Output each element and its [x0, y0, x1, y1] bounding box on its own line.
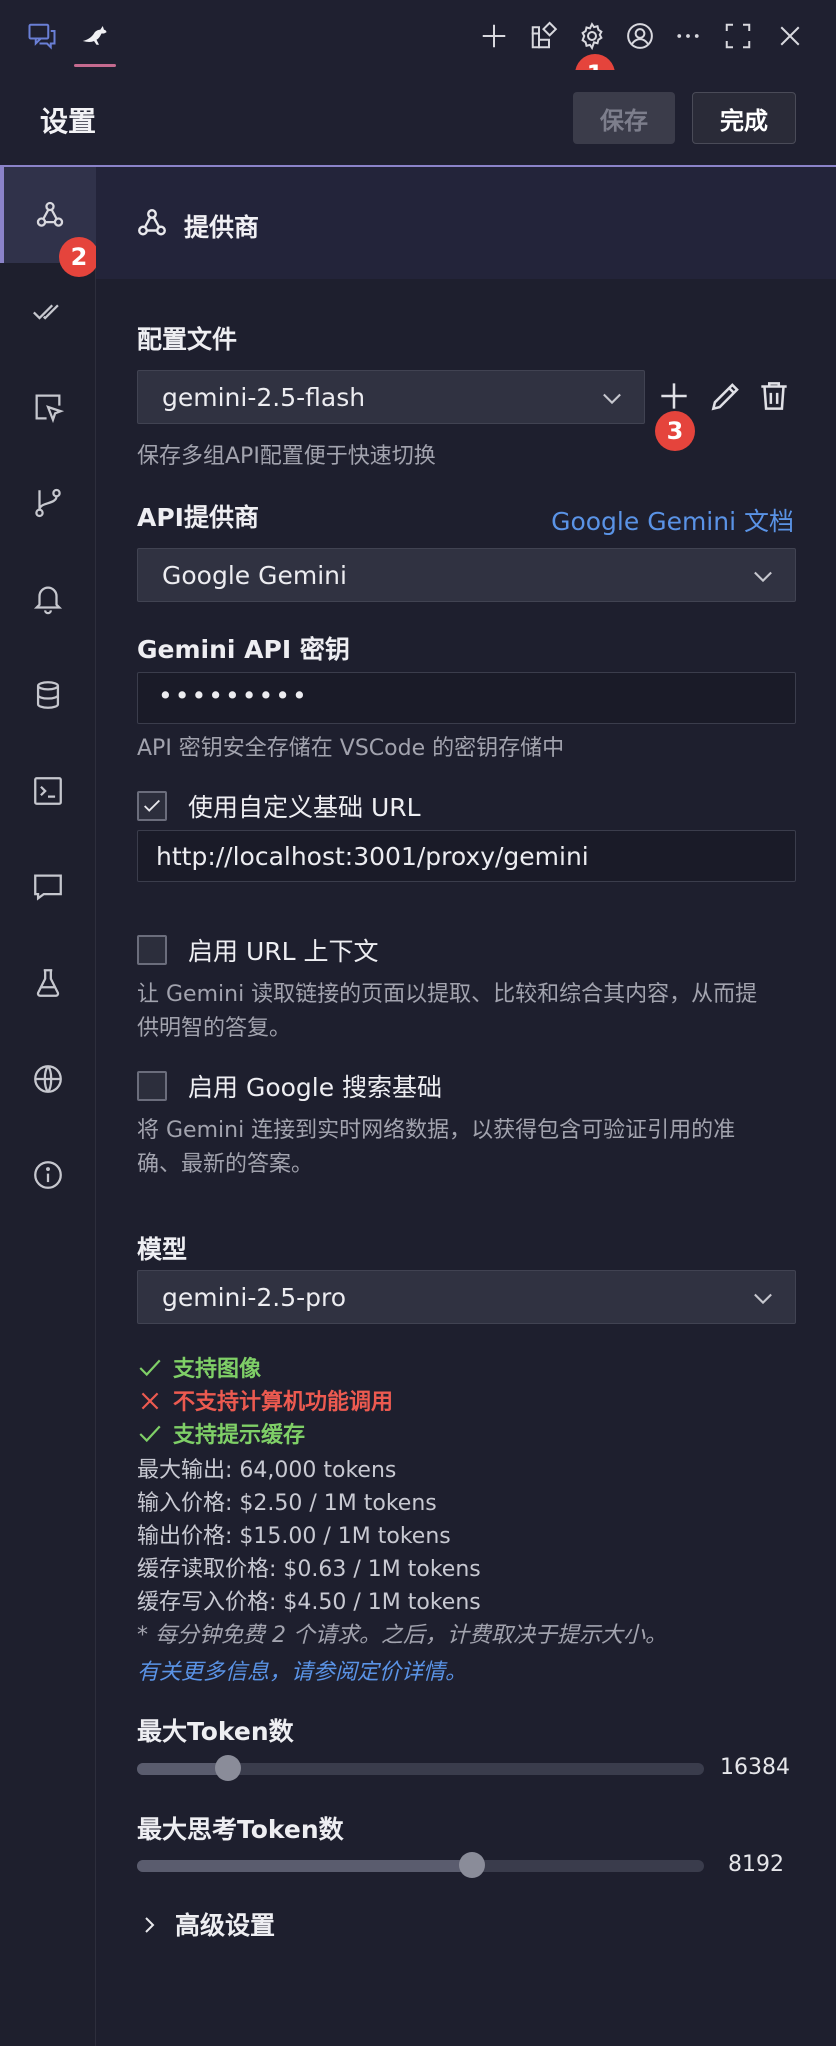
sidebar-item-browser[interactable] — [0, 359, 96, 455]
fullscreen-icon[interactable] — [716, 14, 760, 58]
annotation-badge-2: 2 — [59, 237, 99, 277]
git-branch-icon — [35, 488, 61, 518]
annotation-badge-3: 3 — [655, 411, 695, 451]
feature-image-support: 支持图像 — [137, 1351, 261, 1383]
plus-icon[interactable] — [472, 14, 516, 58]
custom-url-checkbox[interactable] — [137, 791, 167, 821]
close-icon[interactable] — [768, 14, 812, 58]
slider-thumb[interactable] — [459, 1852, 485, 1878]
settings-sidebar — [0, 167, 96, 2046]
feature-prompt-cache: 支持提示缓存 — [137, 1417, 305, 1449]
max-thinking-label: 最大思考Token数 — [137, 1815, 344, 1844]
sidebar-item-checkpoints[interactable] — [0, 455, 96, 551]
database-icon — [36, 681, 60, 709]
cross-icon — [141, 1392, 159, 1410]
apps-icon[interactable] — [522, 14, 566, 58]
slider-thumb[interactable] — [215, 1755, 241, 1781]
info-icon — [34, 1161, 62, 1189]
checkmark-icon — [144, 799, 160, 812]
google-search-checkbox[interactable] — [137, 1071, 167, 1101]
slider-fill — [137, 1860, 472, 1872]
api-key-value: ••••••••• — [158, 681, 309, 710]
url-context-hint-line2: 供明智的答复。 — [137, 1016, 292, 1041]
done-button[interactable]: 完成 — [692, 92, 796, 144]
model-label: 模型 — [137, 1235, 188, 1264]
chevron-down-icon — [754, 571, 772, 583]
more-icon[interactable] — [666, 14, 710, 58]
sidebar-item-prompts[interactable] — [0, 839, 96, 935]
google-search-hint-line1: 将 Gemini 连接到实时网络数据，以获得包含可验证引用的准 — [137, 1118, 736, 1143]
chevron-right-icon — [145, 1917, 155, 1933]
google-search-hint-line2: 确、最新的答案。 — [137, 1152, 314, 1177]
sidebar-item-context[interactable] — [0, 647, 96, 743]
chat-icon[interactable] — [20, 14, 64, 58]
model-select[interactable]: gemini-2.5-pro — [137, 1270, 796, 1324]
sidebar-item-about[interactable] — [0, 1127, 96, 1223]
advanced-settings-label: 高级设置 — [175, 1911, 276, 1940]
url-context-checkbox[interactable] — [137, 935, 167, 965]
gear-icon[interactable] — [570, 14, 614, 58]
spec-max-output: 最大输出: 64,000 tokens — [137, 1458, 397, 1483]
spec-cache-write-price: 缓存写入价格: $4.50 / 1M tokens — [137, 1590, 481, 1615]
url-context-label: 启用 URL 上下文 — [188, 937, 379, 966]
globe-icon — [34, 1065, 62, 1093]
chevron-down-icon — [603, 393, 621, 405]
api-provider-select[interactable]: Google Gemini — [137, 548, 796, 602]
model-value: gemini-2.5-pro — [162, 1283, 347, 1312]
feature-computer-use: 不支持计算机功能调用 — [137, 1384, 393, 1416]
config-profile-select[interactable]: gemini-2.5-flash — [137, 370, 645, 424]
section-title: 提供商 — [184, 213, 260, 242]
api-key-label: Gemini API 密钥 — [137, 635, 350, 664]
api-key-input[interactable]: ••••••••• — [137, 672, 796, 724]
custom-url-label: 使用自定义基础 URL — [188, 793, 421, 822]
config-profile-value: gemini-2.5-flash — [162, 383, 366, 412]
custom-url-value: http://localhost:3001/proxy/gemini — [156, 842, 589, 871]
advanced-settings-toggle[interactable]: 高级设置 — [137, 1906, 275, 1942]
custom-url-input[interactable]: http://localhost:3001/proxy/gemini — [137, 830, 796, 882]
cursor-icon — [35, 394, 65, 424]
beaker-icon — [36, 969, 60, 997]
check-icon — [139, 1359, 161, 1377]
provider-icon — [36, 201, 64, 227]
sidebar-item-experimental[interactable] — [0, 935, 96, 1031]
pricing-details-link[interactable]: 有关更多信息，请参阅定价详情。 — [137, 1654, 467, 1686]
title-bar — [0, 0, 836, 70]
config-profile-hint: 保存多组API配置便于快速切换 — [137, 444, 436, 469]
chevron-down-icon — [754, 1293, 772, 1305]
spec-output-price: 输出价格: $15.00 / 1M tokens — [137, 1524, 451, 1549]
bell-icon — [33, 586, 63, 615]
save-button[interactable]: 保存 — [573, 92, 675, 144]
sidebar-item-notifications[interactable] — [0, 551, 96, 647]
provider-docs-link[interactable]: Google Gemini 文档 — [551, 502, 794, 538]
api-provider-value: Google Gemini — [162, 561, 347, 590]
kangaroo-icon[interactable] — [72, 14, 116, 58]
max-thinking-slider[interactable] — [137, 1852, 704, 1878]
rate-limit-note: * 每分钟免费 2 个请求。之后，计费取决于提示大小。 — [137, 1623, 667, 1648]
google-search-label: 启用 Google 搜索基础 — [188, 1073, 443, 1102]
provider-icon — [138, 209, 166, 236]
max-tokens-slider[interactable] — [137, 1755, 704, 1781]
max-tokens-label: 最大Token数 — [137, 1717, 294, 1746]
url-context-hint-line1: 让 Gemini 读取链接的页面以提取、比较和综合其内容，从而提 — [137, 982, 758, 1007]
config-profile-label: 配置文件 — [137, 325, 238, 354]
tab-active-indicator — [74, 64, 116, 67]
max-tokens-value: 16384 — [720, 1755, 790, 1780]
trash-icon[interactable] — [755, 377, 793, 415]
spec-input-price: 输入价格: $2.50 / 1M tokens — [137, 1491, 437, 1516]
sidebar-item-terminal[interactable] — [0, 743, 96, 839]
terminal-icon — [34, 777, 62, 805]
page-title: 设置 — [40, 105, 97, 138]
check-all-icon — [33, 304, 59, 320]
sidebar-item-auto-approve[interactable] — [0, 263, 96, 359]
plus-icon[interactable] — [655, 377, 693, 415]
api-provider-label: API提供商 — [137, 503, 259, 532]
spec-cache-read-price: 缓存读取价格: $0.63 / 1M tokens — [137, 1557, 481, 1582]
comment-icon — [34, 874, 62, 901]
account-icon[interactable] — [618, 14, 662, 58]
sidebar-item-language[interactable] — [0, 1031, 96, 1127]
api-key-hint: API 密钥安全存储在 VSCode 的密钥存储中 — [137, 736, 565, 761]
check-icon — [139, 1425, 161, 1443]
max-thinking-value: 8192 — [728, 1852, 784, 1877]
pencil-icon[interactable] — [707, 377, 745, 415]
